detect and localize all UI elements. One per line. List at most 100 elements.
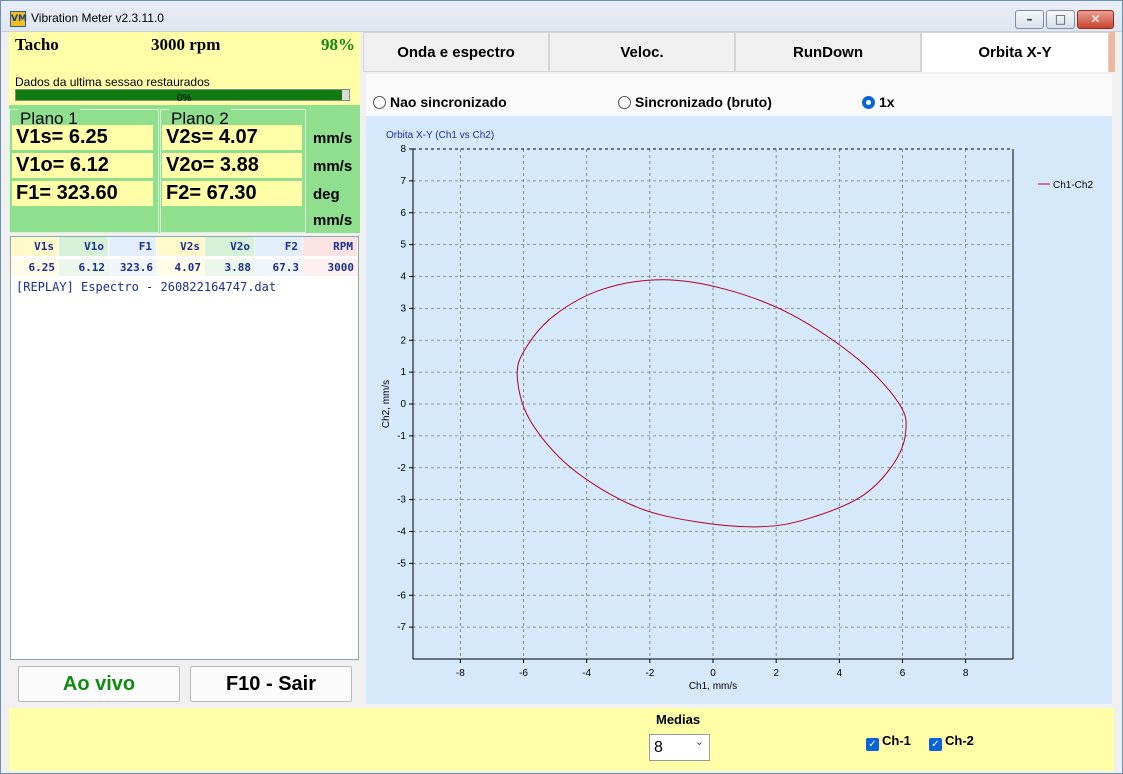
v1o-value: V1o= 6.12: [12, 153, 153, 178]
app-logo-icon: VM: [10, 11, 27, 27]
ch2-checkbox[interactable]: ✓ Ch-2: [929, 733, 974, 751]
unit-label: deg: [313, 186, 340, 203]
x-tick-label: 4: [837, 668, 843, 679]
status-message: Dados da ultima sessao restaurados: [15, 75, 210, 89]
close-button[interactable]: ✕: [1077, 10, 1114, 29]
chevron-down-icon: ⌄: [694, 735, 704, 748]
v2s-value: V2s= 4.07: [162, 125, 302, 150]
v1s-value: V1s= 6.25: [12, 125, 153, 150]
view-tabs: Onda e espectro Veloc. RunDown Orbita X-…: [363, 32, 1115, 72]
col-header-rpm: RPM: [303, 237, 358, 256]
legend-label: Ch1-Ch2: [1053, 180, 1093, 191]
x-tick-label: 6: [900, 668, 906, 679]
tacho-panel: Tacho 3000 rpm 98% Dados da ultima sessa…: [9, 32, 360, 105]
secondary-progress-text: 0%: [177, 93, 192, 104]
col-header-v2o: V2o: [205, 237, 255, 256]
col-header-f1: F1: [109, 237, 157, 256]
x-axis-label: Ch1, mm/s: [689, 681, 737, 692]
table-header: V1s V1o F1 V2s V2o F2 RPM: [11, 237, 358, 256]
y-tick-label: 5: [400, 240, 406, 251]
title-bar: VM Vibration Meter v2.3.11.0 – □ ✕: [1, 1, 1122, 32]
x-tick-label: 0: [710, 668, 716, 679]
y-tick-label: 3: [400, 303, 406, 314]
y-tick-label: 6: [400, 208, 406, 219]
y-tick-label: -6: [397, 590, 406, 601]
minimize-icon: –: [1026, 12, 1033, 26]
f1-value: F1= 323.60: [12, 181, 153, 206]
unit-label: mm/s: [313, 212, 353, 229]
y-tick-label: 1: [400, 367, 406, 378]
x-tick-label: -2: [645, 668, 654, 679]
y-tick-label: -5: [397, 558, 406, 569]
orbit-chart[interactable]: -8 -6 -4 -2 0 2 4 6 8 8 7 6 5 4 3 2 1 0 -1 -2 -3 -4 -5 -6 -7 Ch1,…: [366, 116, 1112, 704]
x-tick-label: 2: [773, 668, 779, 679]
medias-value: 8: [654, 739, 663, 756]
radio-label: Nao sincronizado: [390, 94, 507, 110]
medias-label: Medias: [656, 712, 701, 727]
table-cell: 6.25: [11, 259, 59, 276]
tacho-rpm: 3000 rpm: [151, 35, 221, 54]
y-tick-label: -1: [397, 431, 406, 442]
radio-checked-icon: [862, 96, 875, 109]
tacho-percent: 98%: [321, 35, 355, 54]
app-window: VM Vibration Meter v2.3.11.0 – □ ✕ Tacho…: [0, 0, 1123, 774]
window-title: Vibration Meter v2.3.11.0: [31, 11, 164, 25]
y-axis-label: Ch2, mm/s: [381, 380, 392, 428]
readings-table[interactable]: V1s V1o F1 V2s V2o F2 RPM 6.25 6.12 323.…: [10, 236, 359, 660]
v2o-value: V2o= 3.88: [162, 153, 302, 178]
table-cell: 3.88: [205, 259, 255, 276]
y-tick-label: 7: [400, 176, 406, 187]
tab-veloc[interactable]: Veloc.: [549, 32, 735, 72]
checkbox-checked-icon: ✓: [866, 738, 879, 751]
col-header-v1o: V1o: [59, 237, 109, 256]
tab-onda-espectro[interactable]: Onda e espectro: [363, 32, 549, 72]
col-header-v2s: V2s: [157, 237, 205, 256]
maximize-icon: □: [1054, 12, 1067, 26]
table-cell: 4.07: [157, 259, 205, 276]
radio-unchecked-icon: [618, 96, 631, 109]
table-cell: 3000: [303, 259, 358, 276]
y-tick-label: 4: [400, 272, 406, 283]
radio-1x[interactable]: 1x: [862, 94, 895, 110]
x-tick-label: 8: [963, 668, 969, 679]
tacho-label: Tacho: [15, 35, 59, 54]
replay-log-line: [REPLAY] Espectro - 260822164747.dat: [16, 280, 277, 294]
maximize-button[interactable]: □: [1046, 10, 1075, 29]
unit-label: mm/s: [313, 158, 353, 175]
sync-mode-options: Nao sincronizado Sincronizado (bruto) 1x: [366, 74, 1112, 116]
tab-scroll-accent: [1109, 32, 1115, 72]
radio-label: Sincronizado (bruto): [635, 94, 772, 110]
y-tick-label: -7: [397, 622, 406, 633]
close-icon: ✕: [1090, 12, 1101, 26]
y-tick-label: 2: [400, 335, 406, 346]
minimize-button[interactable]: –: [1015, 10, 1044, 29]
y-tick-label: -3: [397, 495, 406, 506]
x-tick-label: -6: [519, 668, 528, 679]
table-cell: 323.6: [109, 259, 157, 276]
ch2-label: Ch-2: [945, 733, 974, 748]
medias-select[interactable]: 8 ⌄: [649, 734, 710, 761]
ch1-label: Ch-1: [882, 733, 911, 748]
ch1-checkbox[interactable]: ✓ Ch-1: [866, 733, 911, 751]
table-cell: 6.12: [59, 259, 109, 276]
table-cell: 67.3: [255, 259, 303, 276]
tab-rundown[interactable]: RunDown: [735, 32, 921, 72]
col-header-v1s: V1s: [11, 237, 59, 256]
exit-button[interactable]: F10 - Sair: [190, 666, 352, 702]
radio-nao-sincronizado[interactable]: Nao sincronizado: [373, 94, 507, 110]
y-tick-label: 0: [400, 399, 406, 410]
planes-panel: Plano 1 Plano 2 V1s= 6.25 V1o= 6.12 F1= …: [9, 105, 360, 233]
x-tick-label: -4: [582, 668, 591, 679]
col-header-f2: F2: [255, 237, 303, 256]
radio-sincronizado[interactable]: Sincronizado (bruto): [618, 94, 772, 110]
radio-label: 1x: [879, 94, 895, 110]
radio-unchecked-icon: [373, 96, 386, 109]
x-tick-label: -8: [456, 668, 465, 679]
tab-orbita-xy[interactable]: Orbita X-Y: [921, 32, 1109, 72]
unit-label: mm/s: [313, 130, 353, 147]
live-button[interactable]: Ao vivo: [18, 666, 180, 702]
y-tick-label: 8: [400, 144, 406, 155]
y-tick-label: -2: [397, 463, 406, 474]
checkbox-checked-icon: ✓: [929, 738, 942, 751]
y-tick-label: -4: [397, 527, 406, 538]
